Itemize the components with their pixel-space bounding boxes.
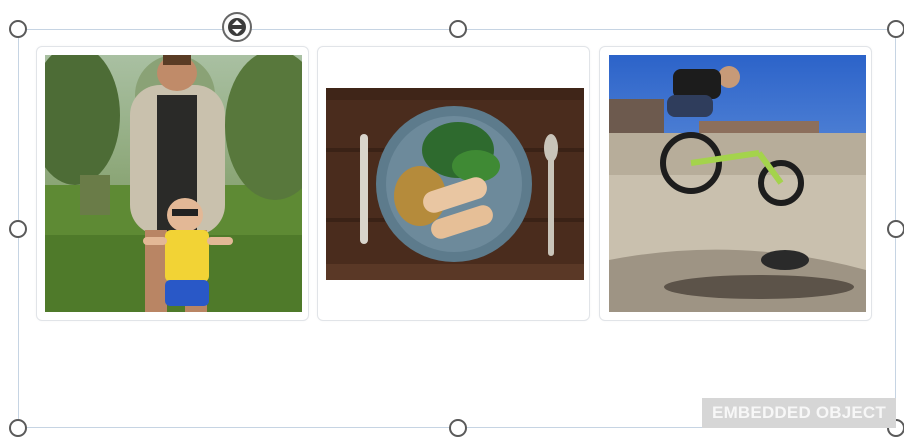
resize-handle-top-left[interactable] — [9, 20, 27, 38]
photo-woman-baby — [45, 55, 302, 312]
photo-plate-food — [326, 88, 584, 280]
resize-handle-middle-left[interactable] — [9, 220, 27, 238]
resize-handle-bottom-center[interactable] — [449, 419, 467, 437]
resize-handle-middle-right[interactable] — [887, 220, 904, 238]
embedded-object-badge: EMBEDDED OBJECT — [702, 398, 896, 428]
resize-handle-bottom-left[interactable] — [9, 419, 27, 437]
resize-handle-top-right[interactable] — [887, 20, 904, 38]
photo-card[interactable] — [36, 46, 309, 321]
resize-handle-top-center[interactable] — [449, 20, 467, 38]
embedded-object-container[interactable]: EMBEDDED OBJECT — [0, 0, 904, 437]
photo-bmx-rider — [609, 55, 866, 312]
move-handle[interactable] — [222, 12, 252, 42]
photo-card[interactable] — [317, 46, 590, 321]
vertical-move-arrows-icon — [228, 18, 246, 36]
photo-card[interactable] — [599, 46, 872, 321]
